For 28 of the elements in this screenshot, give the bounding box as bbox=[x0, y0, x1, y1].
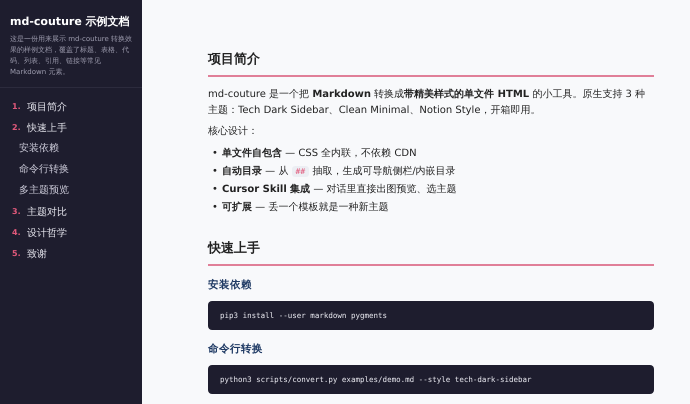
bullet: • bbox=[212, 165, 219, 179]
toc-link[interactable]: 致谢 bbox=[27, 246, 47, 261]
item-number: 4. bbox=[12, 228, 22, 238]
toc-sublink[interactable]: 多主题预览 bbox=[12, 180, 142, 202]
section-heading: 快速上手 bbox=[208, 239, 654, 266]
item-number: 1. bbox=[12, 102, 22, 112]
sidebar-title: md-couture 示例文档 bbox=[10, 14, 131, 29]
list-item: Cursor Skill 集成 — 对话里直接出图预览、选主题 bbox=[222, 182, 457, 197]
subsection-heading: 安装依赖 bbox=[208, 278, 253, 292]
bullet: • bbox=[212, 183, 219, 197]
item-number: 2. bbox=[12, 123, 22, 132]
item-number: 5. bbox=[12, 249, 22, 258]
list-item: 单文件自包含 — CSS 全内联，不依赖 CDN bbox=[222, 146, 417, 161]
toc-link[interactable]: 主题对比 bbox=[27, 204, 67, 219]
bullet: • bbox=[212, 201, 219, 215]
toc-sublink[interactable]: 命令行转换 bbox=[12, 159, 142, 180]
toc-sublink[interactable]: 安装依赖 bbox=[12, 138, 142, 160]
toc-link[interactable]: 项目简介 bbox=[27, 100, 67, 114]
paragraph: md-couture 是一个把 Markdown 转换成带精美样式的单文件 HTML 的小工具。原生支持 3 种主题：Tech Dark Sidebar、Clean Minimal、Notion Style，开箱即用。 bbox=[208, 87, 646, 118]
list-item: 自动目录 — 从 ## 抽取，生成可导航侧栏/内嵌目录 bbox=[222, 164, 456, 179]
toc-link[interactable]: 快速上手 bbox=[27, 120, 67, 135]
paragraph: 核心设计： bbox=[208, 124, 259, 139]
bullet: • bbox=[212, 147, 219, 161]
section-heading: 项目简介 bbox=[208, 50, 654, 77]
toc-link[interactable]: 设计哲学 bbox=[27, 226, 67, 240]
item-number: 3. bbox=[12, 207, 22, 216]
list-item: 可扩展 — 丢一个模板就是一种新主题 bbox=[222, 200, 388, 215]
subsection-heading: 命令行转换 bbox=[208, 342, 264, 356]
